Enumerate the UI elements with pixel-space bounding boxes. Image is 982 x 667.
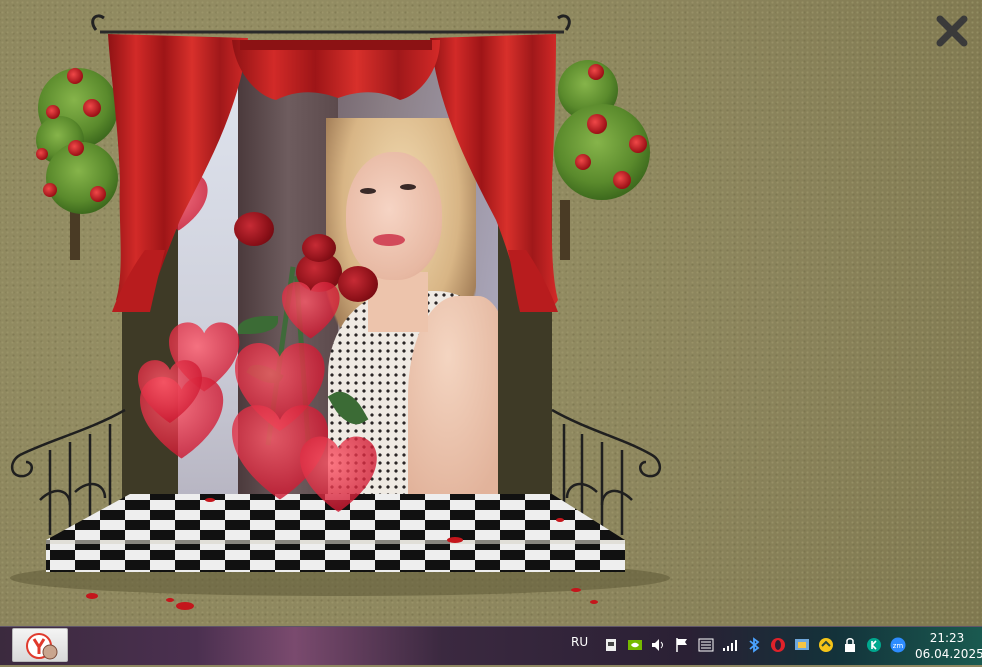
lock-icon[interactable] xyxy=(841,636,859,654)
yandex-disk-icon[interactable] xyxy=(817,636,835,654)
desktop-background xyxy=(0,0,982,626)
zoom-icon[interactable]: zm xyxy=(889,636,907,654)
close-icon[interactable] xyxy=(934,13,970,49)
clock-time: 21:23 xyxy=(929,631,965,645)
portrait-photo xyxy=(178,66,498,494)
checkered-stage-floor xyxy=(46,494,625,572)
input-language-indicator[interactable]: RU xyxy=(571,635,588,649)
bluetooth-icon[interactable] xyxy=(745,636,763,654)
right-rose-tree xyxy=(554,60,650,260)
svg-text:zm: zm xyxy=(893,642,904,650)
taskbar: RU zm 21:23 06.04.2025 xyxy=(0,626,982,665)
network-signal-icon[interactable] xyxy=(721,636,739,654)
yandex-browser-icon xyxy=(26,633,58,660)
nvidia-icon[interactable] xyxy=(626,636,644,654)
kaspersky-icon[interactable] xyxy=(865,636,883,654)
left-rose-tree xyxy=(36,68,118,260)
volume-icon[interactable] xyxy=(649,636,667,654)
keyboard-icon[interactable] xyxy=(697,636,715,654)
opera-icon[interactable] xyxy=(769,636,787,654)
action-center-flag-icon[interactable] xyxy=(673,636,691,654)
clock-date: 06.04.2025 xyxy=(915,647,982,661)
system-clock[interactable]: 21:23 06.04.2025 xyxy=(915,630,982,662)
app-icon[interactable] xyxy=(793,636,811,654)
usb-eject-icon[interactable] xyxy=(602,636,620,654)
taskbar-yandex-browser-button[interactable] xyxy=(12,628,68,662)
